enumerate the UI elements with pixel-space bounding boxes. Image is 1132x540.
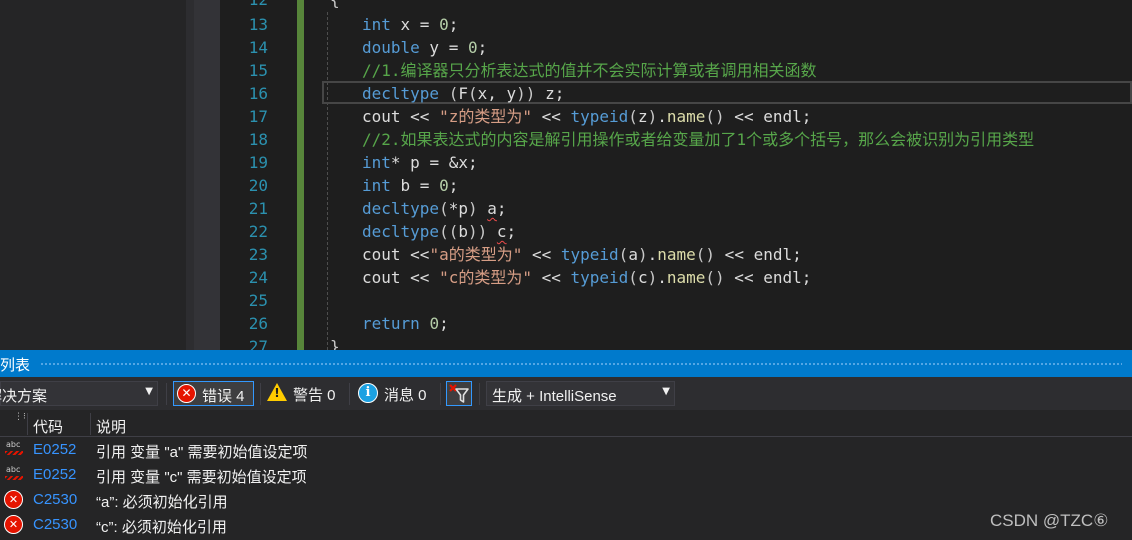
code-line[interactable]: decltype(*p) a;	[362, 197, 507, 220]
line-number: 24	[248, 268, 268, 287]
code-line[interactable]: double y = 0;	[362, 36, 487, 59]
editor-left-strip	[186, 0, 194, 352]
outline-guide-line	[327, 12, 328, 350]
line-number: 13	[248, 15, 268, 34]
line-number: 25	[248, 291, 268, 310]
error-description: 引用 变量 "a" 需要初始值设定项	[96, 444, 308, 461]
table-row[interactable]: abc E0252 引用 变量 "a" 需要初始值设定项	[0, 438, 1132, 463]
table-row[interactable]: ✕ C2530 “c”: 必须初始化引用	[0, 513, 1132, 538]
line-number: 15	[248, 61, 268, 80]
code-line[interactable]: decltype (F(x, y)) z;	[362, 82, 564, 105]
error-description: “c”: 必须初始化引用	[96, 519, 227, 536]
table-header: ⋮⁝ 代码 说明	[0, 410, 1132, 437]
toolbar-separator	[349, 383, 350, 405]
filter-clear-icon	[449, 384, 469, 403]
code-line[interactable]: //2.如果表达式的内容是解引用操作或者给变量加了1个或多个括号，那么会被识别为…	[362, 128, 1034, 151]
error-code-link[interactable]: C2530	[33, 491, 77, 508]
toolbar-separator	[260, 383, 261, 405]
line-number: 26	[248, 314, 268, 333]
code-line[interactable]: int* p = &x;	[362, 151, 478, 174]
messages-filter-button[interactable]: i 消息 0	[357, 381, 435, 406]
line-number: 23	[248, 245, 268, 264]
build-source-value: 生成 + IntelliSense	[492, 388, 617, 405]
build-source-dropdown[interactable]: 生成 + IntelliSense ▼	[486, 381, 675, 406]
code-line[interactable]: {	[330, 0, 340, 11]
toolbar-separator	[479, 383, 480, 405]
code-line[interactable]: cout << "c的类型为" << typeid(c).name() << e…	[362, 266, 811, 289]
code-line[interactable]: cout <<"a的类型为" << typeid(a).name() << en…	[362, 243, 802, 266]
warnings-filter-label: 警告 0	[293, 387, 336, 404]
line-number: 14	[248, 38, 268, 57]
warnings-filter-button[interactable]: ! 警告 0	[266, 381, 342, 406]
code-line[interactable]: int x = 0;	[362, 13, 458, 36]
scope-dropdown-value: 整个解决方案	[0, 388, 48, 405]
code-line[interactable]: //1.编译器只分析表达式的值并不会实际计算或者调用相关函数	[362, 59, 817, 82]
intellisense-error-icon: abc	[5, 440, 25, 459]
error-code-link[interactable]: E0252	[33, 441, 76, 458]
column-header-description[interactable]: 说明	[96, 416, 126, 437]
panel-title: 错误列表	[0, 357, 31, 374]
warning-icon-mark: !	[274, 386, 280, 400]
error-description: 引用 变量 "c" 需要初始值设定项	[96, 469, 307, 486]
table-row[interactable]: ✕ C2530 “a”: 必须初始化引用	[0, 488, 1132, 513]
line-number: 19	[248, 153, 268, 172]
line-number: 20	[248, 176, 268, 195]
line-number: 21	[248, 199, 268, 218]
error-list-title-bar[interactable]: 错误列表	[0, 350, 1132, 377]
title-bar-grip[interactable]	[40, 362, 1122, 366]
messages-filter-label: 消息 0	[384, 387, 427, 404]
code-line[interactable]: int b = 0;	[362, 174, 458, 197]
table-row[interactable]: abc E0252 引用 变量 "c" 需要初始值设定项	[0, 463, 1132, 488]
line-number: 16	[248, 84, 268, 103]
glyph-margin	[194, 0, 220, 352]
line-number: 18	[248, 130, 268, 149]
error-icon: ✕	[4, 490, 23, 509]
code-editor[interactable]: 12 13 14 15 16 17 18 19 20 21 22 23 24 2…	[0, 0, 1132, 352]
column-picker-icon[interactable]: ⋮⁝	[14, 412, 26, 422]
error-description: “a”: 必须初始化引用	[96, 494, 228, 511]
info-icon: i	[358, 383, 378, 403]
error-icon: ✕	[177, 384, 196, 403]
error-code-link[interactable]: E0252	[33, 466, 76, 483]
column-divider[interactable]	[27, 413, 28, 435]
code-line[interactable]: decltype((b)) c;	[362, 220, 516, 243]
errors-filter-label: 错误 4	[202, 388, 245, 405]
watermark: CSDN @TZC⑥	[990, 511, 1109, 530]
column-divider[interactable]	[90, 413, 91, 435]
error-code-link[interactable]: C2530	[33, 516, 77, 533]
code-line[interactable]: cout << "z的类型为" << typeid(z).name() << e…	[362, 105, 811, 128]
line-number: 12	[228, 0, 268, 11]
error-icon: ✕	[4, 515, 23, 534]
clear-filter-button[interactable]	[446, 381, 472, 406]
intellisense-error-icon: abc	[5, 465, 25, 484]
code-line[interactable]: return 0;	[362, 312, 449, 335]
editor-left-pane	[0, 0, 186, 352]
scope-dropdown[interactable]: 整个解决方案 ▼	[0, 381, 158, 406]
toolbar-separator	[166, 383, 167, 405]
line-number: 17	[248, 107, 268, 126]
error-list-toolbar: 整个解决方案 ▼ ✕ 错误 4 ! 警告 0 i 消息 0 生成 + Intel…	[0, 377, 1132, 410]
toolbar-separator	[440, 383, 441, 405]
line-number: 22	[248, 222, 268, 241]
error-list-table: ⋮⁝ 代码 说明 abc E0252 引用 变量 "a" 需要初始值设定项 ab…	[0, 410, 1132, 540]
change-tracking-bar	[297, 0, 304, 350]
errors-filter-button[interactable]: ✕ 错误 4	[173, 381, 254, 406]
column-header-code[interactable]: 代码	[33, 416, 63, 437]
chevron-down-icon: ▼	[145, 386, 153, 397]
chevron-down-icon: ▼	[662, 386, 670, 397]
